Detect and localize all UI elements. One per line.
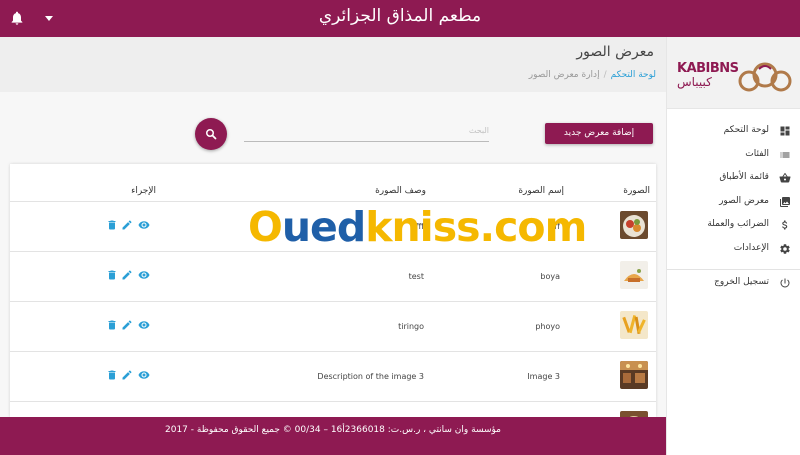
row-actions — [106, 219, 152, 233]
sidebar-item-taxes[interactable]: الضرائب والعملة — [667, 214, 800, 238]
row-actions — [106, 369, 152, 383]
row-description: tiringo — [398, 322, 424, 331]
list-icon — [780, 152, 790, 157]
sidebar-item-settings[interactable]: الإعدادات — [667, 238, 800, 262]
page-header: معرض الصور لوحة التحكم /إدارة معرض الصور — [0, 37, 666, 92]
row-actions — [106, 269, 152, 283]
basket-icon — [779, 172, 791, 183]
footer: مؤسسة وان سانتي ، ر.س.ت: 2366018أ16 – 00… — [0, 417, 666, 455]
table-row: phoyo tiringo — [10, 302, 656, 352]
view-icon[interactable] — [137, 219, 151, 231]
column-image: الصورة — [623, 186, 650, 196]
row-actions — [106, 319, 152, 333]
delete-icon[interactable] — [106, 219, 118, 231]
table-header: الصورة إسم الصورة وصف الصورة الإجراء — [10, 164, 656, 202]
table-row — [10, 402, 656, 417]
breadcrumb-current: إدارة معرض الصور — [528, 70, 600, 80]
sidebar-item-label: قائمة الأطباق — [719, 172, 769, 182]
edit-icon[interactable] — [121, 219, 133, 231]
dashboard-icon — [780, 126, 790, 136]
footer-copyright: مؤسسة وان سانتي ، ر.س.ت: 2366018أ16 – 00… — [165, 425, 501, 435]
sidebar-item-gallery[interactable]: معرض الصور — [667, 191, 800, 215]
breadcrumb: لوحة التحكم /إدارة معرض الصور — [529, 70, 656, 80]
sidebar-item-categories[interactable]: الفئات — [667, 144, 800, 168]
logo-arabic-text: كبيباس — [677, 75, 712, 89]
sidebar-divider — [667, 269, 800, 270]
logout-label: تسجيل الخروج — [714, 277, 769, 287]
edit-icon[interactable] — [121, 319, 133, 331]
table-row: boya test — [10, 252, 656, 302]
watermark-logo: Ouedkniss.com — [248, 203, 587, 251]
row-name: Image 3 — [527, 372, 560, 381]
table-row: Image 3 Description of the image 3 — [10, 352, 656, 402]
view-icon[interactable] — [137, 319, 151, 331]
delete-icon[interactable] — [106, 319, 118, 331]
gallery-table: الصورة إسم الصورة وصف الصورة الإجراء fff… — [10, 164, 656, 417]
view-icon[interactable] — [137, 269, 151, 281]
sidebar-item-logout[interactable]: تسجيل الخروج — [667, 273, 800, 297]
breadcrumb-separator: / — [603, 70, 607, 80]
breadcrumb-home[interactable]: لوحة التحكم — [611, 70, 656, 80]
sidebar-item-label: الضرائب والعملة — [707, 219, 769, 229]
sidebar-item-menu[interactable]: قائمة الأطباق — [667, 167, 800, 191]
thumbnail-image — [620, 361, 648, 389]
row-description: test — [408, 272, 424, 281]
logo-latin-text: KABIBNS — [677, 61, 739, 76]
gear-icon — [780, 243, 790, 254]
search-button[interactable] — [195, 118, 227, 150]
sidebar-item-label: الفئات — [745, 148, 769, 159]
brand-logo[interactable]: KABIBNS كبيباس — [667, 37, 800, 109]
delete-icon[interactable] — [106, 269, 118, 281]
app-title: مطعم المذاق الجزائري — [318, 6, 482, 26]
search-input[interactable] — [244, 120, 489, 140]
sidebar: KABIBNS كبيباس لوحة التحكم الفئات قائمة … — [666, 37, 800, 455]
power-icon — [780, 278, 790, 288]
sidebar-item-dashboard[interactable]: لوحة التحكم — [667, 120, 800, 144]
logo-emblem — [738, 62, 792, 92]
edit-icon[interactable] — [121, 369, 133, 381]
add-gallery-button[interactable]: إضافة معرض جديد — [545, 123, 653, 144]
image-icon — [780, 196, 790, 207]
search-icon — [206, 129, 217, 140]
page-title: معرض الصور — [576, 44, 654, 60]
row-name: phoyo — [535, 322, 560, 331]
sidebar-item-label: لوحة التحكم — [723, 125, 769, 135]
dollar-icon — [782, 220, 788, 230]
thumbnail-image — [620, 211, 648, 239]
delete-icon[interactable] — [106, 369, 118, 381]
top-bar: مطعم المذاق الجزائري — [0, 0, 800, 37]
sidebar-item-label: الإعدادات — [733, 242, 769, 253]
row-description: Description of the image 3 — [317, 372, 424, 381]
column-description: وصف الصورة — [375, 186, 426, 196]
view-icon[interactable] — [137, 369, 151, 381]
thumbnail-image — [620, 261, 648, 289]
row-name: boya — [540, 272, 560, 281]
sidebar-item-label: معرض الصور — [719, 195, 769, 206]
sidebar-nav: لوحة التحكم الفئات قائمة الأطباق معرض ال… — [667, 120, 800, 261]
thumbnail-image — [620, 311, 648, 339]
column-name: إسم الصورة — [518, 186, 564, 196]
edit-icon[interactable] — [121, 269, 133, 281]
column-action: الإجراء — [131, 186, 156, 196]
